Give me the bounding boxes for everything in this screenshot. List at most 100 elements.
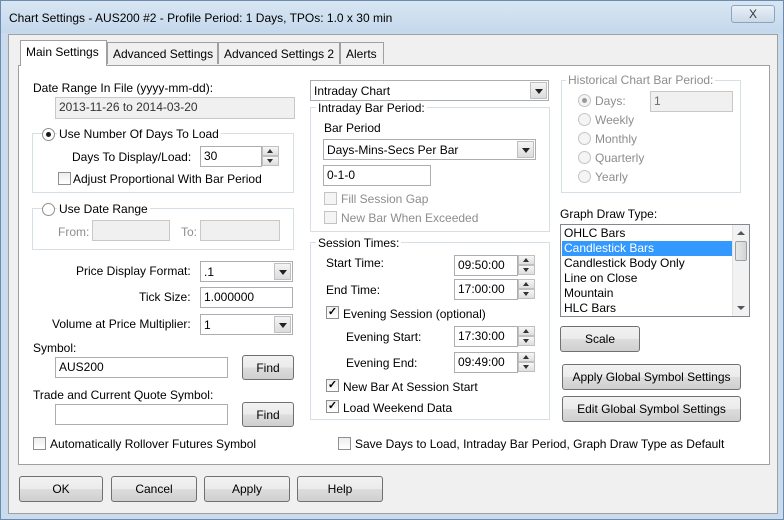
weekly-label: Weekly <box>595 113 635 127</box>
tab-alerts[interactable]: Alerts <box>340 42 384 64</box>
apply-global-symbol-button[interactable]: Apply Global Symbol Settings <box>562 364 741 390</box>
fill-session-gap-label: Fill Session Gap <box>341 192 429 206</box>
auto-rollover-checkbox[interactable] <box>33 437 46 450</box>
chevron-down-icon <box>274 263 291 280</box>
to-date-field[interactable] <box>200 220 280 241</box>
scroll-down-icon[interactable] <box>737 306 745 310</box>
days-radio[interactable] <box>578 94 591 107</box>
volume-multiplier-value: 1 <box>204 318 211 332</box>
list-item[interactable]: Candlestick Body Only <box>562 256 733 271</box>
session-times-title: Session Times: <box>316 236 402 250</box>
evening-end-input[interactable]: 09:49:00 <box>454 352 518 373</box>
evening-session-label: Evening Session (optional) <box>343 307 486 321</box>
tab-advanced-settings[interactable]: Advanced Settings <box>107 42 218 64</box>
monthly-radio[interactable] <box>578 132 591 145</box>
list-item-selected[interactable]: Candlestick Bars <box>562 241 733 256</box>
yearly-radio[interactable] <box>578 170 591 183</box>
end-time-label: End Time: <box>326 283 381 297</box>
scroll-up-icon[interactable] <box>737 231 745 235</box>
new-bar-exceeded-checkbox[interactable] <box>324 211 337 224</box>
save-default-label: Save Days to Load, Intraday Bar Period, … <box>355 437 725 451</box>
list-item[interactable]: Mountain <box>562 286 733 301</box>
bar-period-input[interactable]: 0-1-0 <box>323 165 431 186</box>
date-range-field: 2013-11-26 to 2014-03-20 <box>55 97 295 119</box>
use-date-range-radio[interactable] <box>42 203 55 216</box>
yearly-label: Yearly <box>595 170 628 184</box>
save-default-checkbox[interactable] <box>338 437 351 450</box>
cancel-button[interactable]: Cancel <box>111 476 197 502</box>
find-trade-symbol-button[interactable]: Find <box>242 402 294 427</box>
tab-advanced-settings-2[interactable]: Advanced Settings 2 <box>218 42 340 64</box>
scroll-thumb[interactable] <box>735 241 747 261</box>
symbol-input[interactable]: AUS200 <box>55 357 228 378</box>
bar-period-label: Bar Period <box>324 121 381 135</box>
tab-main-settings[interactable]: Main Settings <box>20 40 107 66</box>
start-time-spinner[interactable] <box>518 255 535 276</box>
trade-quote-input[interactable] <box>55 404 228 425</box>
graph-draw-type-list[interactable]: OHLC Bars Candlestick Bars Candlestick B… <box>560 224 750 317</box>
fill-session-gap-checkbox[interactable] <box>324 192 337 205</box>
evening-start-input[interactable]: 17:30:00 <box>454 326 518 347</box>
intraday-bar-period-title: Intraday Bar Period: <box>316 101 427 115</box>
load-weekend-checkbox[interactable]: ✓ <box>326 400 339 413</box>
title-bar[interactable]: Chart Settings - AUS200 #2 - Profile Per… <box>1 1 783 33</box>
adjust-proportional-label: Adjust Proportional With Bar Period <box>73 172 262 186</box>
chevron-down-icon <box>517 141 534 158</box>
weekly-radio[interactable] <box>578 113 591 126</box>
ok-button[interactable]: OK <box>19 476 103 502</box>
tick-size-input[interactable]: 1.000000 <box>200 287 293 308</box>
bar-period-type-value: Days-Mins-Secs Per Bar <box>327 143 459 157</box>
volume-multiplier-select[interactable]: 1 <box>200 314 293 335</box>
list-item[interactable]: HLC Bars <box>562 301 733 316</box>
symbol-label: Symbol: <box>33 341 77 355</box>
from-date-field[interactable] <box>92 220 170 241</box>
new-bar-session-label: New Bar At Session Start <box>343 380 478 394</box>
load-weekend-label: Load Weekend Data <box>343 401 453 415</box>
days-to-display-input[interactable]: 30 <box>200 146 262 167</box>
days-to-display-label: Days To Display/Load: <box>72 150 192 164</box>
graph-draw-type-label: Graph Draw Type: <box>560 207 658 221</box>
tick-size-label: Tick Size: <box>139 290 191 304</box>
window-title: Chart Settings - AUS200 #2 - Profile Per… <box>9 11 393 25</box>
use-days-label: Use Number Of Days To Load <box>57 127 221 141</box>
apply-button[interactable]: Apply <box>204 476 290 502</box>
from-label: From: <box>58 225 90 239</box>
evening-end-label: Evening End: <box>346 356 418 370</box>
auto-rollover-label: Automatically Rollover Futures Symbol <box>50 437 257 451</box>
start-time-input[interactable]: 09:50:00 <box>454 255 518 276</box>
use-date-range-label: Use Date Range <box>57 202 150 216</box>
to-label: To: <box>181 225 198 239</box>
new-bar-session-checkbox[interactable]: ✓ <box>326 379 339 392</box>
list-scrollbar[interactable] <box>732 225 749 316</box>
list-item[interactable]: OHLC Bars <box>562 226 733 241</box>
scale-button[interactable]: Scale <box>560 326 640 352</box>
chevron-down-icon <box>274 316 291 333</box>
find-symbol-button[interactable]: Find <box>242 355 294 380</box>
evening-session-checkbox[interactable]: ✓ <box>326 306 339 319</box>
edit-global-symbol-button[interactable]: Edit Global Symbol Settings <box>562 396 741 422</box>
quarterly-label: Quarterly <box>595 151 645 165</box>
days-to-display-spinner[interactable] <box>262 146 279 167</box>
use-days-radio[interactable] <box>42 128 55 141</box>
price-display-format-value: .1 <box>204 265 215 279</box>
end-time-spinner[interactable] <box>518 279 535 300</box>
price-display-format-select[interactable]: .1 <box>200 261 293 282</box>
trade-quote-label: Trade and Current Quote Symbol: <box>33 388 214 402</box>
close-button[interactable]: X <box>731 5 775 23</box>
adjust-proportional-checkbox[interactable] <box>58 172 71 185</box>
quarterly-radio[interactable] <box>578 151 591 164</box>
help-button[interactable]: Help <box>297 476 383 502</box>
monthly-label: Monthly <box>595 132 638 146</box>
volume-multiplier-label: Volume at Price Multiplier: <box>52 317 191 331</box>
end-time-input[interactable]: 17:00:00 <box>454 279 518 300</box>
days-input[interactable]: 1 <box>650 91 733 112</box>
chart-type-select[interactable]: Intraday Chart <box>310 80 549 101</box>
chevron-down-icon <box>530 82 547 99</box>
list-item[interactable]: Line on Close <box>562 271 733 286</box>
days-label: Days: <box>595 94 626 108</box>
evening-end-spinner[interactable] <box>518 352 535 373</box>
evening-start-spinner[interactable] <box>518 326 535 347</box>
evening-start-label: Evening Start: <box>346 330 422 344</box>
date-range-label: Date Range In File (yyyy-mm-dd): <box>33 81 214 95</box>
bar-period-type-select[interactable]: Days-Mins-Secs Per Bar <box>323 139 536 160</box>
